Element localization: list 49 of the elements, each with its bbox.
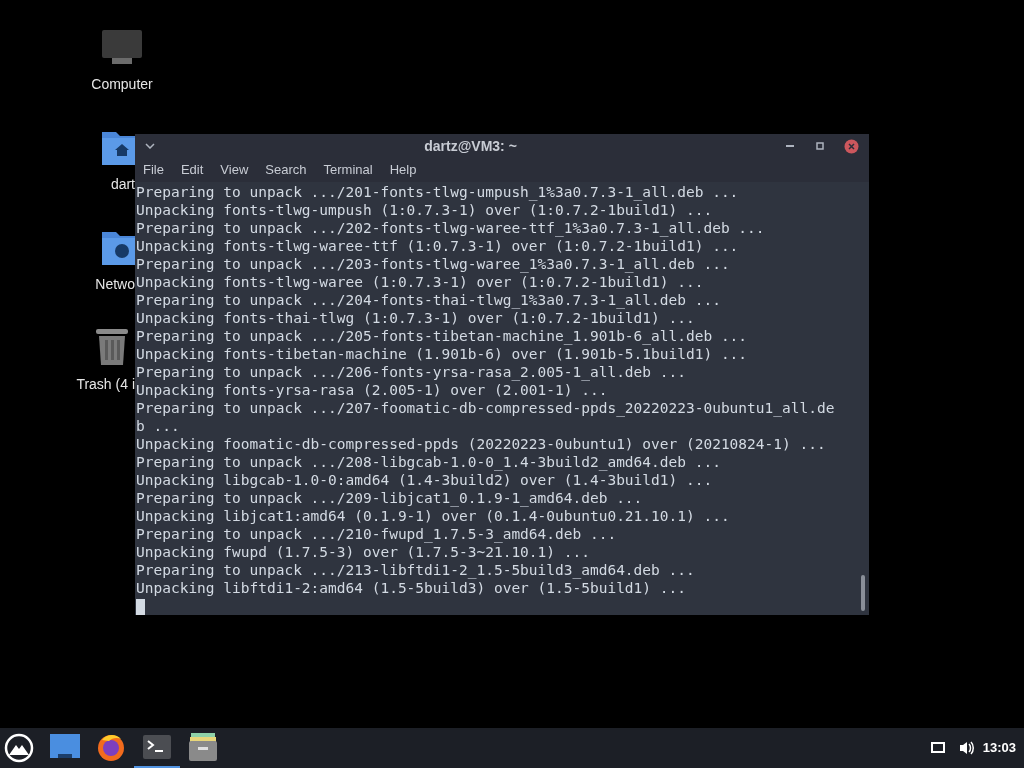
chevron-down-icon[interactable]: [145, 143, 155, 149]
close-icon[interactable]: [844, 138, 859, 154]
trash-icon: [95, 326, 129, 366]
volume-icon[interactable]: [958, 741, 975, 755]
window-icon: [50, 734, 80, 760]
menu-item[interactable]: Terminal: [323, 160, 373, 180]
desktop-icon-label[interactable]: Trash (4 i: [76, 374, 135, 395]
terminal-line: Preparing to unpack .../203-fonts-tlwg-waree_1%3a0.7.3-1_all.deb ...: [136, 255, 731, 273]
maximize-icon[interactable]: [816, 142, 824, 150]
mountain-logo-icon[interactable]: [4, 733, 34, 763]
menu-item[interactable]: Help: [389, 160, 417, 180]
menu-item[interactable]: File: [143, 160, 164, 180]
file-cabinet-icon: [188, 732, 218, 762]
terminal-line: Unpacking fonts-tlwg-waree (1:0.7.3-1) over (1:0.7.2-1build1) ...: [136, 273, 705, 291]
terminal-line: Preparing to unpack .../205-fonts-tibetan-machine_1.901b-6_all.deb ...: [136, 327, 749, 345]
scrollbar-thumb[interactable]: [861, 575, 865, 611]
menu-item[interactable]: Edit: [180, 160, 204, 180]
monitor-icon: [100, 28, 144, 66]
terminal-line: Preparing to unpack .../201-fonts-tlwg-umpush_1%3a0.7.3-1_all.deb ...: [136, 183, 740, 201]
terminal-line: Preparing to unpack .../210-fwupd_1.7.5-3_amd64.deb ...: [136, 525, 618, 543]
menu-item[interactable]: Search: [265, 160, 307, 180]
window-title: dartz@VM3: ~: [423, 136, 518, 156]
terminal-line: Preparing to unpack .../202-fonts-tlwg-waree-ttf_1%3a0.7.3-1_all.deb ...: [136, 219, 766, 237]
terminal-line: Preparing to unpack .../206-fonts-yrsa-rasa_2.005-1_all.deb ...: [136, 363, 687, 381]
terminal-line: Unpacking fonts-thai-tlwg (1:0.7.3-1) over (1:0.7.2-1build1) ...: [136, 309, 696, 327]
desktop-icon-label[interactable]: Computer: [91, 74, 153, 95]
clock[interactable]: 13:03: [982, 738, 1016, 758]
terminal-line: Preparing to unpack .../209-libjcat1_0.1.9-1_amd64.deb ...: [136, 489, 644, 507]
terminal-line: Unpacking fonts-tlwg-umpush (1:0.7.3-1) over (1:0.7.2-1build1) ...: [136, 201, 714, 219]
menu-item[interactable]: View: [220, 160, 249, 180]
terminal-line: Preparing to unpack .../213-libftdi1-2_1.5-5build3_amd64.deb ...: [136, 561, 696, 579]
terminal-line: Unpacking fonts-tlwg-waree-ttf (1:0.7.3-1) over (1:0.7.2-1build1) ...: [136, 237, 740, 255]
terminal-line: Preparing to unpack .../204-fonts-thai-tlwg_1%3a0.7.3-1_all.deb ...: [136, 291, 722, 309]
terminal-icon: [143, 735, 171, 759]
terminal-line: Unpacking libftdi1-2:amd64 (1.5-5build3) over (1.5-5build1) ...: [136, 579, 687, 597]
terminal-line: Preparing to unpack .../208-libgcab-1.0-0_1.4-3build2_amd64.deb ...: [136, 453, 722, 471]
display-icon[interactable]: [930, 742, 945, 754]
terminal-line: Unpacking fonts-tibetan-machine (1.901b-6) over (1.901b-5.1build1) ...: [136, 345, 749, 363]
terminal-line: Unpacking fwupd (1.7.5-3) over (1.7.5-3~21.10.1) ...: [136, 543, 591, 561]
terminal-line: Preparing to unpack .../207-foomatic-db-compressed-ppds_20220223-0ubuntu1_all.de: [136, 399, 836, 417]
terminal-line: Unpacking libgcab-1.0-0:amd64 (1.4-3build2) over (1.4-3build1) ...: [136, 471, 714, 489]
terminal-line: b ...: [136, 417, 181, 435]
text-cursor: [136, 599, 145, 615]
terminal-line: Unpacking libjcat1:amd64 (0.1.9-1) over (0.1.4-0ubuntu0.21.10.1) ...: [136, 507, 731, 525]
terminal-line: Unpacking fonts-yrsa-rasa (2.005-1) over (2.001-1) ...: [136, 381, 609, 399]
desktop-icon-label[interactable]: dart: [110, 174, 135, 195]
terminal-line: Unpacking foomatic-db-compressed-ppds (20220223-0ubuntu1) over (20210824-1) ...: [136, 435, 827, 453]
fox-icon: [96, 732, 126, 762]
desktop-icon-label[interactable]: Netwo: [95, 274, 135, 295]
